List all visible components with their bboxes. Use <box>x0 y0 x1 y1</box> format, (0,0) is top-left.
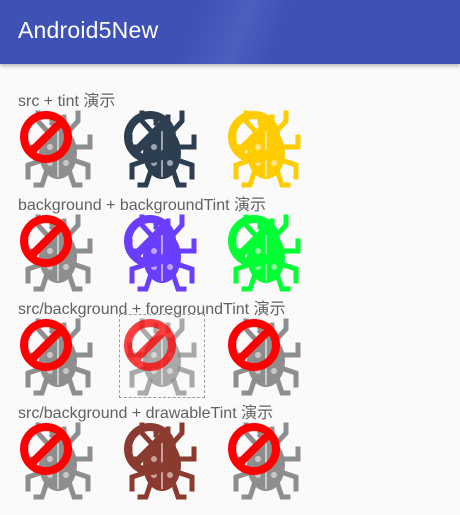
icon-button-2[interactable] <box>120 107 204 189</box>
icon-button-3[interactable] <box>224 211 308 293</box>
bug-icon <box>124 214 197 292</box>
bug-icon <box>228 214 301 292</box>
icon-row <box>16 419 326 501</box>
icon-button-3[interactable] <box>224 419 308 501</box>
bug-icon <box>124 318 197 396</box>
icon-button-1[interactable] <box>16 211 100 293</box>
bug-icon <box>20 110 93 188</box>
bug-icon <box>124 110 197 188</box>
icon-button-3[interactable] <box>224 107 308 189</box>
icon-row <box>16 211 326 293</box>
bug-icon <box>20 422 93 500</box>
app-title: Android5New <box>18 17 159 43</box>
icon-button-1[interactable] <box>16 419 100 501</box>
bug-icon <box>20 318 93 396</box>
app-bar: Android5New <box>0 0 460 64</box>
icon-row <box>16 107 326 189</box>
bug-icon <box>228 318 301 396</box>
bug-icon <box>228 110 301 188</box>
icon-button-2[interactable] <box>120 211 204 293</box>
bug-icon <box>124 422 197 500</box>
icon-button-3[interactable] <box>224 315 308 397</box>
icon-button-2[interactable] <box>120 419 204 501</box>
bug-icon <box>228 422 301 500</box>
icon-button-1[interactable] <box>16 315 100 397</box>
icon-row <box>16 314 326 398</box>
icon-button-1[interactable] <box>16 107 100 189</box>
bug-icon <box>20 214 93 292</box>
icon-button-2[interactable] <box>119 314 205 398</box>
